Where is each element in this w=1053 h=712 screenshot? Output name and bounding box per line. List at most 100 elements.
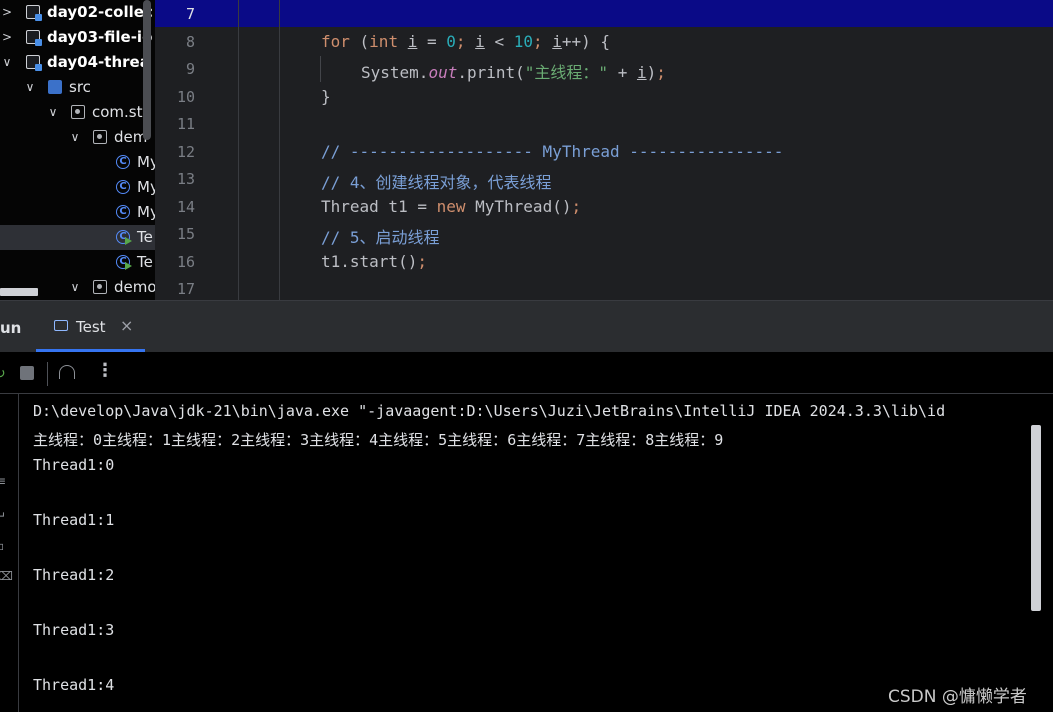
runnable-class-icon: C (116, 255, 132, 270)
tree-item-test-selected[interactable]: C Te (0, 225, 155, 250)
code-token: ; (417, 252, 427, 271)
code-token: i (552, 32, 562, 51)
source-folder-icon (48, 80, 62, 94)
tree-item-day04[interactable]: ∨ day04-threa (0, 50, 155, 75)
code-token: .print( (457, 63, 525, 82)
code-token: = (417, 32, 447, 51)
code-token: t1.start() (321, 252, 418, 271)
code-token: MyThread() (465, 197, 572, 216)
clear-icon[interactable]: ⌫ (0, 569, 13, 583)
console-line: D:\develop\Java\jdk-21\bin\java.exe "-ja… (33, 402, 946, 420)
chevron-down-icon[interactable]: ∨ (23, 75, 37, 100)
line-number: 17 (176, 280, 195, 298)
module-icon (26, 5, 42, 21)
console-line: Thread1:0 (33, 456, 115, 474)
tree-item-day03[interactable]: > day03-file-io (0, 25, 155, 50)
code-line-12[interactable]: // ------------------- MyThread --------… (321, 142, 783, 161)
tree-item-label: My (137, 203, 155, 221)
tree-item-label: day04-threa (47, 53, 150, 71)
code-token: new (436, 197, 466, 216)
code-token: ) (646, 63, 657, 82)
tree-item-package[interactable]: ∨ dem (0, 125, 155, 150)
package-icon (93, 280, 107, 294)
code-line-8[interactable]: for (int i = 0; i < 10; i++) { (321, 32, 610, 51)
code-token: ++) { (561, 32, 611, 51)
run-tool-window-header: un Test × (0, 300, 1053, 352)
tree-item-label: demo (114, 278, 155, 296)
module-icon (26, 30, 42, 46)
tree-item-package[interactable]: ∨ com.st (0, 100, 155, 125)
tree-item-label: day03-file-io (47, 28, 153, 46)
code-line-14[interactable]: Thread t1 = new MyThread(); (321, 197, 581, 216)
console-line: Thread1:3 (33, 621, 115, 639)
code-token: i (407, 32, 418, 51)
code-token: Thread t1 = (321, 197, 437, 216)
toolbar-separator (47, 362, 48, 386)
console-line: Thread1:4 (33, 676, 115, 694)
line-number: 13 (176, 170, 195, 188)
class-icon: C (116, 155, 130, 169)
print-icon[interactable]: ▫ (0, 539, 4, 553)
tree-item-class[interactable]: C My (0, 175, 155, 200)
tree-scrollbar[interactable] (143, 0, 151, 140)
line-number: 7 (185, 5, 195, 23)
tree-item-label: com.st (92, 103, 143, 121)
code-token: i (475, 32, 485, 51)
tree-item-label: src (69, 78, 91, 96)
tree-item-label: My (137, 153, 155, 171)
code-token: ; (571, 197, 582, 216)
indent-guide (320, 56, 321, 82)
tree-item-label: day02-collec (47, 3, 153, 21)
chevron-right-icon[interactable]: > (0, 0, 14, 25)
code-line-10[interactable]: } (321, 87, 331, 106)
more-options-icon[interactable]: ⋮ (96, 360, 114, 381)
tree-item-test[interactable]: C Te (0, 250, 155, 275)
module-icon (26, 55, 42, 71)
code-token: i (636, 63, 647, 82)
close-icon[interactable]: × (120, 316, 133, 335)
package-icon (93, 130, 107, 144)
tab-label: Test (76, 318, 106, 336)
line-number: 9 (185, 60, 195, 78)
watermark: CSDN @慵懒学者 (888, 687, 1027, 707)
rerun-icon[interactable]: ↻ (0, 366, 6, 382)
tree-item-src[interactable]: ∨ src (0, 75, 155, 100)
tree-item-day02[interactable]: > day02-collec (0, 0, 155, 25)
code-token: out (428, 63, 458, 82)
profiler-gauge-icon[interactable] (59, 365, 75, 379)
chevron-down-icon[interactable]: ∨ (0, 50, 14, 75)
runnable-class-icon: C (116, 230, 132, 245)
tree-item-class[interactable]: C My (0, 150, 155, 175)
run-toolbar: ↻ ⋮ (0, 352, 1053, 394)
code-token: System. (361, 63, 429, 82)
package-icon (71, 105, 85, 119)
console-tab-icon (54, 320, 68, 331)
scroll-to-end-icon[interactable]: ≡ (0, 474, 6, 488)
code-line-15[interactable]: // 5、启动线程 (321, 224, 440, 248)
chevron-down-icon[interactable]: ∨ (68, 125, 82, 150)
line-number: 10 (176, 88, 195, 106)
code-token: ( (349, 32, 370, 51)
tree-item-class[interactable]: C My (0, 200, 155, 225)
line-number: 16 (176, 253, 195, 271)
tab-test[interactable]: Test × (36, 301, 146, 352)
code-line-9[interactable]: System.out.print("主线程：" + i); (361, 59, 666, 83)
code-token: 0 (446, 32, 456, 51)
chevron-down-icon[interactable]: ∨ (46, 100, 60, 125)
line-number: 15 (176, 225, 195, 243)
line-number: 11 (176, 115, 195, 133)
console-scrollbar[interactable] (1031, 425, 1041, 611)
line-number: 14 (176, 198, 195, 216)
stop-icon[interactable] (20, 366, 34, 380)
code-line-13[interactable]: // 4、创建线程对象，代表线程 (321, 169, 552, 193)
tree-item-label: Te (137, 253, 153, 271)
code-line-16[interactable]: t1.start(); (321, 252, 427, 271)
code-token: "主线程：" (524, 63, 609, 82)
chevron-right-icon[interactable]: > (0, 25, 14, 50)
tree-horizontal-scrollbar[interactable] (0, 288, 38, 296)
chevron-down-icon[interactable]: ∨ (68, 275, 82, 300)
code-token: ; (532, 32, 553, 51)
soft-wrap-icon[interactable]: ↵ (0, 509, 6, 523)
tree-item-label: Te (137, 228, 153, 246)
code-token: 10 (513, 32, 533, 51)
